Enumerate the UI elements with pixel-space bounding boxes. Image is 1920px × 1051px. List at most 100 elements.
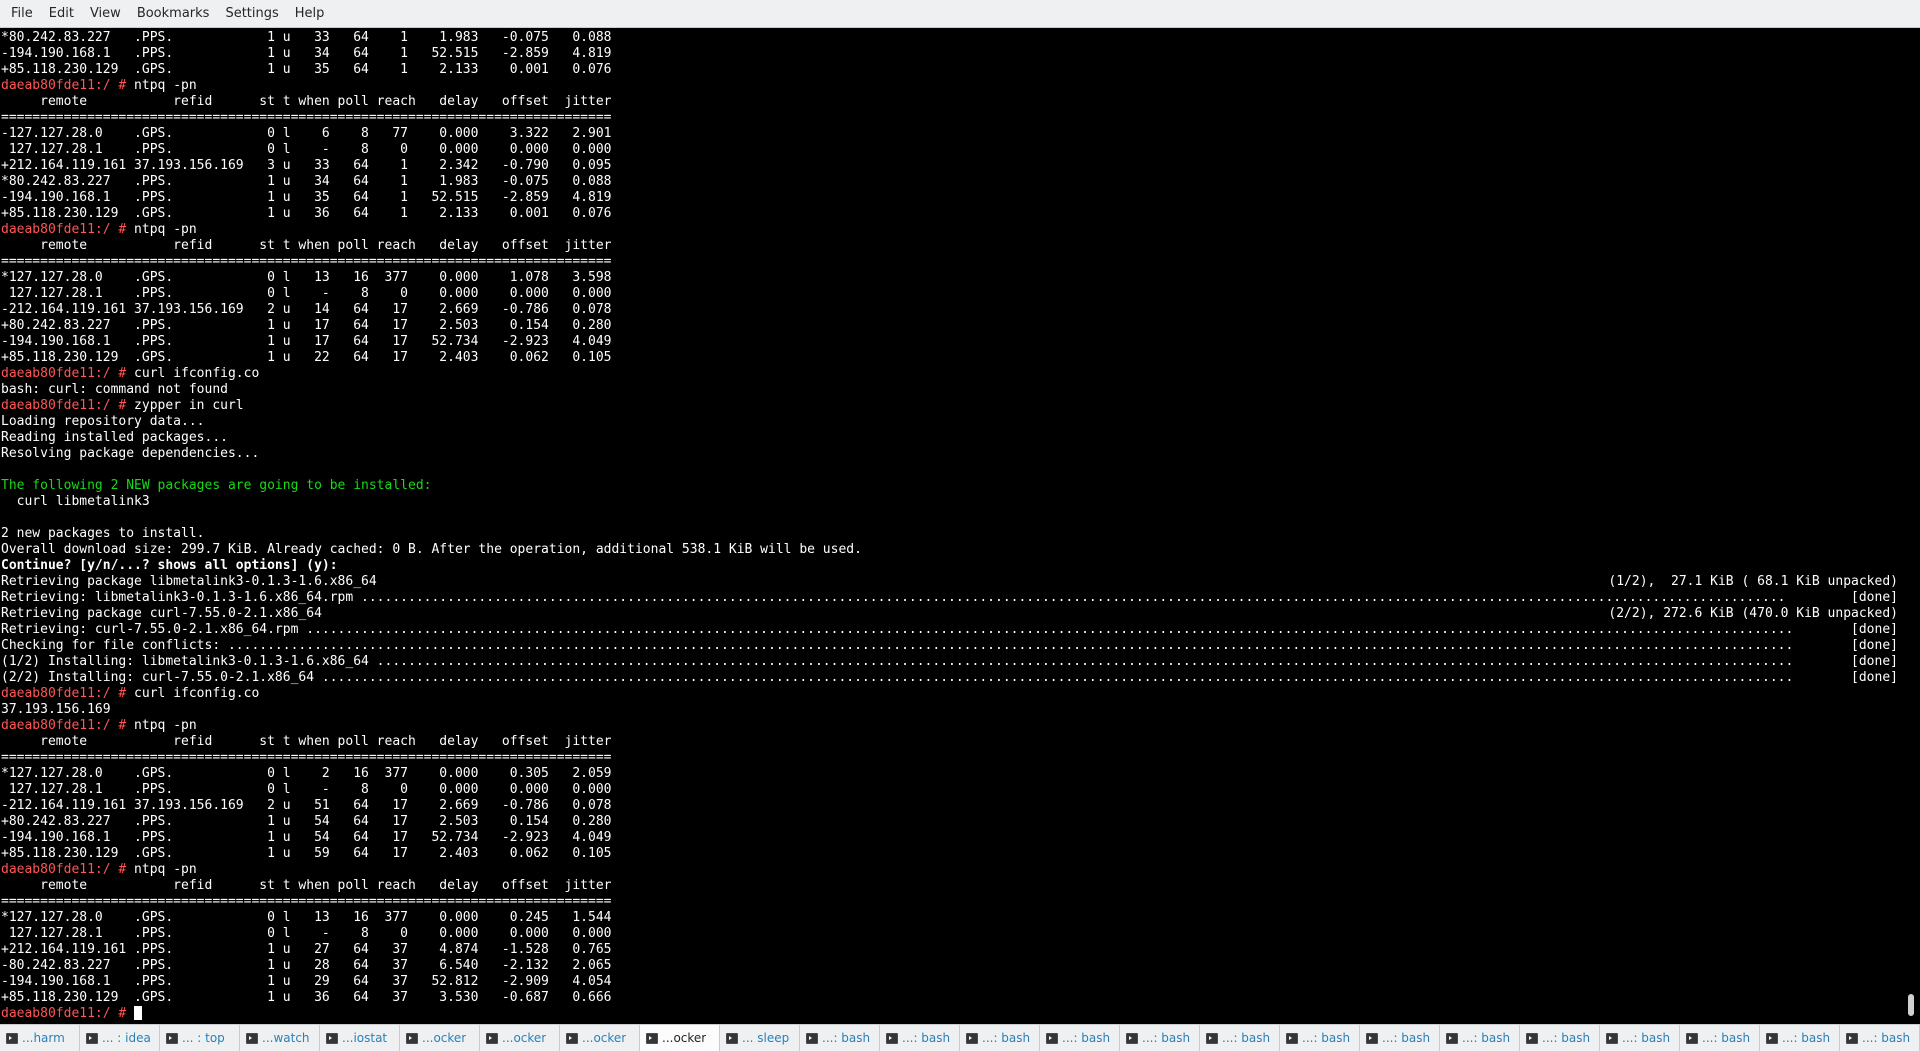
output-text: ========================================…: [1, 254, 612, 269]
terminal-icon: [1366, 1032, 1378, 1044]
terminal-tab[interactable]: ...: bash: [1760, 1025, 1840, 1051]
output-text: curl libmetalink3: [1, 494, 150, 509]
output-text: -194.190.168.1 .PPS. 1 u 34 64 1 52.515 …: [1, 46, 612, 61]
menu-bookmarks[interactable]: Bookmarks: [129, 2, 218, 26]
output-line: Checking for file conflicts: ...........…: [1, 638, 1900, 654]
scrollbar-thumb[interactable]: [1908, 994, 1914, 1016]
output-text: +85.118.230.129 .GPS. 1 u 59 64 17 2.403…: [1, 846, 612, 861]
terminal-tab[interactable]: ...: bash: [1280, 1025, 1360, 1051]
output-line: ========================================…: [1, 254, 1900, 270]
command-text: [126, 1006, 134, 1022]
prompt-line: daeab80fde11:/ # ntpq -pn: [1, 78, 1900, 94]
output-line: remote refid st t when poll reach delay …: [1, 94, 1900, 110]
output-line: -194.190.168.1 .PPS. 1 u 54 64 17 52.734…: [1, 830, 1900, 846]
terminal-tab[interactable]: ...: bash: [880, 1025, 960, 1051]
terminal-tab[interactable]: ... : idea: [80, 1025, 160, 1051]
output-text: ========================================…: [1, 750, 612, 765]
output-line: -194.190.168.1 .PPS. 1 u 35 64 1 52.515 …: [1, 190, 1900, 206]
tab-label: ...ocker: [662, 1031, 707, 1045]
shell-prompt: daeab80fde11:/ #: [1, 222, 127, 237]
menu-edit[interactable]: Edit: [41, 2, 82, 26]
terminal-tab[interactable]: ...: bash: [1680, 1025, 1760, 1051]
terminal-icon: [166, 1032, 178, 1044]
shell-prompt: daeab80fde11:/ #: [1, 398, 127, 413]
terminal-icon: [1126, 1032, 1138, 1044]
terminal-icon: [1446, 1032, 1458, 1044]
output-line: Retrieving: curl-7.55.0-2.1.x86_64.rpm .…: [1, 622, 1900, 638]
terminal-tab[interactable]: ...: bash: [1040, 1025, 1120, 1051]
terminal-tab[interactable]: ...: bash: [1840, 1025, 1920, 1051]
tab-label: ...: bash: [1062, 1031, 1111, 1045]
output-text: -194.190.168.1 .PPS. 1 u 35 64 1 52.515 …: [1, 190, 612, 205]
terminal-tab[interactable]: ...: bash: [960, 1025, 1040, 1051]
menu-bar: File Edit View Bookmarks Settings Help: [0, 0, 1920, 28]
output-text: *80.242.83.227 .PPS. 1 u 34 64 1 1.983 -…: [1, 174, 612, 189]
tab-label: ...: bash: [1542, 1031, 1591, 1045]
terminal-output[interactable]: *80.242.83.227 .PPS. 1 u 33 64 1 1.983 -…: [0, 29, 1900, 1024]
output-text: -212.164.119.161 37.193.156.169 2 u 51 6…: [1, 798, 612, 813]
tab-label: ... sleep: [742, 1031, 790, 1045]
terminal-icon: [486, 1032, 498, 1044]
menu-file[interactable]: File: [3, 2, 41, 26]
tab-label: ... : top: [182, 1031, 225, 1045]
output-line: +85.118.230.129 .GPS. 1 u 22 64 17 2.403…: [1, 350, 1900, 366]
output-text: Retrieving: curl-7.55.0-2.1.x86_64.rpm .…: [1, 622, 1794, 637]
terminal-tab[interactable]: ...: bash: [1600, 1025, 1680, 1051]
output-text: 2 new packages to install.: [1, 526, 205, 541]
terminal-scrollbar[interactable]: [1900, 29, 1920, 1024]
terminal-tab[interactable]: ...watch: [240, 1025, 320, 1051]
output-text: 127.127.28.1 .PPS. 0 l - 8 0 0.000 0.000…: [1, 782, 612, 797]
status-text: [done]: [1851, 654, 1898, 669]
output-line: +212.164.119.161 .PPS. 1 u 27 64 37 4.87…: [1, 942, 1900, 958]
terminal-tab[interactable]: ...ocker: [400, 1025, 480, 1051]
shell-prompt: daeab80fde11:/ #: [1, 366, 127, 381]
output-line: Loading repository data...: [1, 414, 1900, 430]
command-text: ntpq -pn: [126, 718, 197, 733]
terminal-tab[interactable]: ...: bash: [1200, 1025, 1280, 1051]
terminal-icon: [806, 1032, 818, 1044]
terminal-tab[interactable]: ...: bash: [800, 1025, 880, 1051]
menu-settings[interactable]: Settings: [217, 2, 286, 26]
tab-label: ...: bash: [1462, 1031, 1511, 1045]
output-text: The following 2 NEW packages are going t…: [1, 478, 432, 493]
command-text: curl ifconfig.co: [126, 366, 260, 381]
tab-bar: ...harm ... : idea ... : top ...watch ...ios…: [0, 1024, 1920, 1051]
terminal-tab[interactable]: ...: bash: [1360, 1025, 1440, 1051]
terminal-tab[interactable]: ...ocker: [640, 1025, 720, 1051]
terminal-tab[interactable]: ...iostat: [320, 1025, 400, 1051]
tab-label: ...: bash: [1222, 1031, 1271, 1045]
terminal-tab[interactable]: ... sleep: [720, 1025, 800, 1051]
terminal-tab[interactable]: ...ocker: [560, 1025, 640, 1051]
tab-label: ...harm: [22, 1031, 65, 1045]
output-text: Retrieving: libmetalink3-0.1.3-1.6.x86_6…: [1, 590, 1786, 605]
output-line: *80.242.83.227 .PPS. 1 u 34 64 1 1.983 -…: [1, 174, 1900, 190]
terminal-tab[interactable]: ...: bash: [1120, 1025, 1200, 1051]
prompt-line: daeab80fde11:/ # ntpq -pn: [1, 222, 1900, 238]
shell-prompt: daeab80fde11:/ #: [1, 718, 127, 733]
output-text: *127.127.28.0 .GPS. 0 l 13 16 377 0.000 …: [1, 270, 612, 285]
terminal-tab[interactable]: ...: bash: [1520, 1025, 1600, 1051]
status-text: [done]: [1851, 670, 1898, 685]
terminal-tab[interactable]: ...ocker: [480, 1025, 560, 1051]
menu-view[interactable]: View: [82, 2, 129, 26]
terminal-icon: [566, 1032, 578, 1044]
command-text: ntpq -pn: [126, 78, 197, 93]
terminal-tab[interactable]: ...harm: [0, 1025, 80, 1051]
output-line: -194.190.168.1 .PPS. 1 u 29 64 37 52.812…: [1, 974, 1900, 990]
menu-help[interactable]: Help: [287, 2, 333, 26]
output-text: -194.190.168.1 .PPS. 1 u 54 64 17 52.734…: [1, 830, 612, 845]
output-line: 127.127.28.1 .PPS. 0 l - 8 0 0.000 0.000…: [1, 142, 1900, 158]
output-line: ========================================…: [1, 110, 1900, 126]
output-text: -194.190.168.1 .PPS. 1 u 17 64 17 52.734…: [1, 334, 612, 349]
terminal-tab[interactable]: ...: bash: [1440, 1025, 1520, 1051]
status-text: (1/2), 27.1 KiB ( 68.1 KiB unpacked): [1608, 574, 1898, 589]
terminal-tab[interactable]: ... : top: [160, 1025, 240, 1051]
output-line: +80.242.83.227 .PPS. 1 u 54 64 17 2.503 …: [1, 814, 1900, 830]
output-text: +212.164.119.161 .PPS. 1 u 27 64 37 4.87…: [1, 942, 612, 957]
tab-label: ... : idea: [102, 1031, 151, 1045]
tab-label: ...ocker: [502, 1031, 547, 1045]
output-line: -127.127.28.0 .GPS. 0 l 6 8 77 0.000 3.3…: [1, 126, 1900, 142]
terminal-icon: [6, 1032, 18, 1044]
